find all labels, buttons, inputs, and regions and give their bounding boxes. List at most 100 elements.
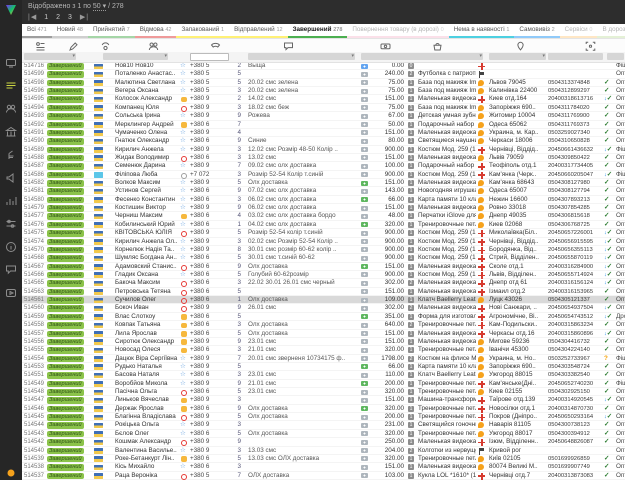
phone-number[interactable]: +380 5 [190,79,227,87]
phone-number[interactable]: +380 9 [190,338,227,346]
client-name[interactable]: Нов10 Нов10 [115,62,178,70]
product-name[interactable]: Карта памяти 10 класс - 8Гб *1.. [418,196,476,204]
phone-number[interactable]: +380 6 [190,196,227,204]
tracking-number[interactable]: 20450656355113 [548,246,603,254]
table-row[interactable]: 514582ЗавершенийВолков Максим☆+380 95Олх… [22,179,625,187]
client-name[interactable]: Костишин Виктор [115,204,178,212]
client-name[interactable]: Благінна Владіслава [115,413,178,421]
tracking-number[interactable]: 0501699907749 [548,463,603,471]
table-row[interactable]: 514545ЗавершенийБлагінна Владіслава+380 … [22,413,625,421]
product-name[interactable]: Маленькая видеокамера SQ8 *.. [418,263,476,271]
product-name[interactable]: Костюм Мод. 259 (1шт. х 900.0.. [418,146,476,154]
table-row[interactable]: 514577ЗавершенийЧерниш Максим+380 6403.0… [22,212,625,220]
last-page-button[interactable]: ▶| [80,14,89,21]
sidebar-item-info-icon[interactable] [4,240,18,254]
client-name[interactable]: Компанец Юля [115,104,178,112]
tracking-number[interactable]: 0504311769373 [548,121,603,129]
client-name[interactable]: Бакоча Максим [115,279,178,287]
product-name[interactable]: Светящиеся наушники Glow *1.. [418,137,476,145]
client-name[interactable]: Волков Максим [115,179,178,187]
table-row[interactable]: 514589ЗавершенийКирилич Анжела☆+380 9312… [22,146,625,154]
product-name[interactable]: Тренировочные петли TRX Trai.. [418,346,476,354]
phone-number[interactable]: +380 5 [190,70,227,78]
tracking-number[interactable]: 0504306815618 [548,212,603,220]
tracking-number[interactable]: 0503252733967 [548,355,603,363]
tracking-number[interactable]: 20400315860896 [548,330,603,338]
phone-number[interactable]: +380 6 [190,321,227,329]
phone-number[interactable]: +380 6 [190,346,227,354]
client-name[interactable]: КВІТОВСЬКА ЮЛІЯ [115,229,178,237]
tracking-number[interactable]: 20450652740230 [548,380,603,388]
product-name[interactable]: Форма для изготовления садо.. [418,313,476,321]
phone-number[interactable]: +380 6 [190,271,227,279]
table-row[interactable]: 514568ЗавершенийШумляс Богдана Ан..☆+380… [22,254,625,262]
sidebar-item-bank-icon[interactable] [4,125,18,139]
client-name[interactable]: Сучилов Олег [115,296,178,304]
client-name[interactable]: Роке-Бетанкурт Лін.. [115,455,178,463]
client-name[interactable]: Ковпак Татьяна [115,321,178,329]
product-name[interactable]: Тренировочные петли TRX Trai.. [418,221,476,229]
phone-number[interactable]: +380 6 [190,430,227,438]
table-row[interactable]: 514551ЗавершенийБасова Наталя☆+380 6323.… [22,371,625,379]
table-row[interactable]: 514570ЗавершенийКорнелюк Надія Та..☆+380… [22,246,625,254]
tracking-number[interactable]: 0504312899297 [548,87,603,95]
phone-number[interactable]: +380 9 [190,104,227,112]
phone-number[interactable]: +380 9 [190,447,227,455]
sidebar-item-megaphone-icon[interactable] [4,171,18,185]
clients-icon[interactable] [148,39,160,51]
table-row[interactable]: 514579ЗавершенийКостишин Виктор☆+380 990… [22,204,625,212]
phone-number[interactable]: +380 6 [190,313,227,321]
tracking-number[interactable]: 20450655714924 [548,271,603,279]
table-row[interactable]: 514560ЗавершенийБокоч Иван+380 9926.01 с… [22,304,625,312]
client-name[interactable]: Шумляс Богдана Ан.. [115,254,178,262]
page-size-dropdown[interactable]: 50 ▾ [93,3,106,11]
phone-number[interactable]: +380 6 [190,263,227,271]
table-row[interactable]: 514548ЗавершенийПасічна Ольга+380 6523.0… [22,388,625,396]
phone-number[interactable]: +380 9 [190,413,227,421]
table-row[interactable]: 514586ЗавершенийФіліпова Люба+7 0723Розм… [22,171,625,179]
table-row[interactable]: 514581ЗавершенийУстинов Сергей☆+380 6907… [22,187,625,195]
table-row[interactable]: 514580ЗавершенийФесенко Константин☆+380 … [22,196,625,204]
product-name[interactable]: Маленькая видеокамера SQ8 *.. [418,330,476,338]
client-name[interactable]: Лила Ярослав [115,330,178,338]
phone-number[interactable]: +380 6 [190,296,227,304]
product-name[interactable]: Костюм Мод. 259 (1шт. х 900.0.. [418,238,476,246]
phone-number[interactable]: +380 9 [190,112,227,120]
product-name[interactable]: Маленькая видеокамера SQ8 *.. [418,304,476,312]
client-name[interactable]: Сольська Ірина [115,112,178,120]
product-name[interactable]: Костюм Мод. 259 (1шт. х 900.0.. [418,229,476,237]
client-name[interactable]: Влас Слоткоу [115,313,178,321]
column-filter-input-4[interactable]: ▾ [248,53,355,60]
client-name[interactable]: Бокоч Иван [115,304,178,312]
tracking-number[interactable]: 0504304224140 [548,346,603,354]
product-name[interactable]: Кукла LOL *1610* (1шт. х 103.0.. [418,472,476,480]
client-name[interactable]: Валентина Василье.. [115,447,178,455]
table-row[interactable]: 514559ЗавершенийВлас Слоткоу+380 65351.0… [22,313,625,321]
sidebar-item-monitor-icon[interactable] [4,56,18,70]
tab-12[interactable]: В дорозі додому 0 [597,24,625,38]
phone-number[interactable]: +380 9 [190,146,227,154]
tracking-number[interactable]: 0504303548724 [548,363,603,371]
product-name[interactable]: Маленькая видеокамера SQ8 *.. [418,279,476,287]
product-name[interactable]: База под макияж Images 24 Ca.. [418,79,476,87]
call-status-icon[interactable] [100,39,112,51]
table-row[interactable]: 514558ЗавершенийКовпак Татьяна+380 63Олх… [22,321,625,329]
client-name[interactable]: Сиротюк Олександр [115,338,178,346]
client-name[interactable]: Кирилич Анжела [115,146,178,154]
sidebar-item-video-icon[interactable] [4,286,18,300]
table-row[interactable]: 514566ЗавершенийГладик Оксана☆+380 65Гол… [22,271,625,279]
product-name[interactable]: Клатч Baellerry Leather *1487* (.. [418,371,476,379]
tracking-number[interactable]: 0504310650828 [548,137,603,145]
location-icon[interactable] [515,39,527,51]
table-row[interactable]: 514547ЗавершенийЛиньков Вячеслав+380 931… [22,396,625,404]
product-name[interactable]: Светящийся гоночный трек Ма.. [418,421,476,429]
client-name[interactable]: Малютина Светлана [115,79,178,87]
client-name[interactable]: Кісь Михайло [115,463,178,471]
product-name[interactable]: Детская умная зубная щетка н.. [418,112,476,120]
product-name[interactable]: Тренировочные петли TRX Trai.. [418,380,476,388]
phone-number[interactable]: +380 6 [190,288,227,296]
client-name[interactable]: Дацюк Віра Сергіївна [115,355,178,363]
tracking-number[interactable]: 20400316284900 [548,263,603,271]
client-name[interactable]: Бєлов Олег [115,430,178,438]
tab-6[interactable]: Відправлений 12 [229,24,287,38]
